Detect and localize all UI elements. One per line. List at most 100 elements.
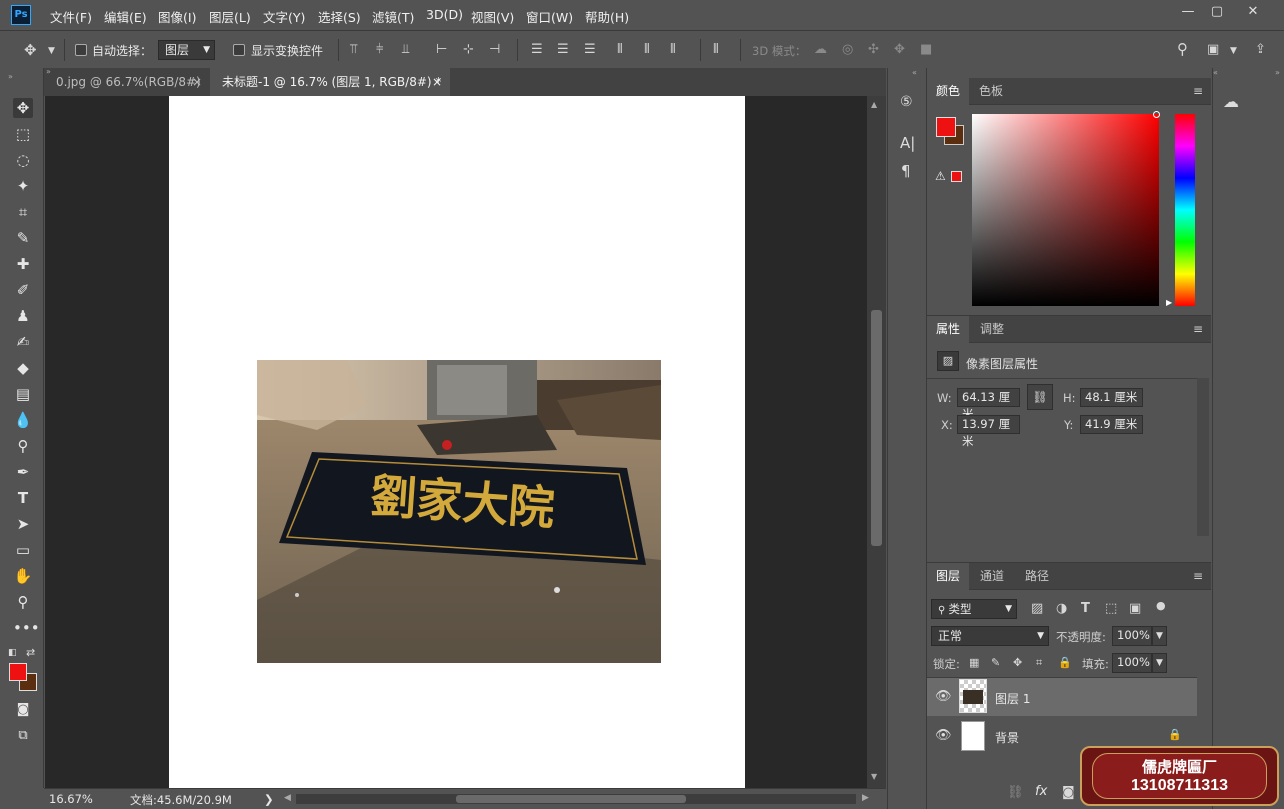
canvas-area[interactable]: 劉家大院 (45, 96, 867, 788)
hand-tool-icon[interactable]: ✋ (13, 566, 33, 586)
tab-0-jpg[interactable]: 0.jpg @ 66.7%(RGB/8#) × (44, 68, 210, 96)
dodge-tool-icon[interactable]: ⚲ (13, 436, 33, 456)
history-brush-tool-icon[interactable]: ✍ (13, 332, 33, 352)
visibility-eye-icon[interactable]: 👁 (935, 690, 952, 704)
opacity-field[interactable]: 100% (1112, 626, 1152, 646)
layer-row-layer-1[interactable]: 👁 图层 1 (927, 678, 1197, 716)
crop-tool-icon[interactable]: ⌗ (13, 202, 33, 222)
eraser-tool-icon[interactable]: ◆ (13, 358, 33, 378)
distribute-bottom-icon[interactable]: ☰ (584, 43, 596, 57)
chevron-down-icon[interactable]: ▼ (871, 772, 877, 781)
filter-type-icon[interactable]: T (1081, 602, 1090, 616)
quick-mask-icon[interactable]: ◙ (13, 700, 33, 720)
color-field[interactable] (972, 111, 1160, 306)
screen-mode-icon[interactable]: ⧉ (13, 726, 33, 746)
hue-slider[interactable] (1175, 114, 1195, 306)
hue-slider-handle[interactable]: ▶ (1166, 298, 1172, 307)
x-field[interactable]: 13.97 厘米 (957, 415, 1020, 448)
tab-untitled-1[interactable]: 未标题-1 @ 16.7% (图层 1, RGB/8#) * × (210, 68, 450, 96)
link-layers-icon[interactable]: ⛓ (1007, 786, 1024, 800)
gradient-tool-icon[interactable]: ▤ (13, 384, 33, 404)
lock-position-icon[interactable]: ✥ (1013, 656, 1022, 670)
color-picker-cursor[interactable] (1153, 111, 1160, 118)
tab-swatches[interactable]: 色板 (970, 78, 1012, 105)
layer-filter-dropdown[interactable]: ⚲ 类型 ▼ (931, 599, 1017, 619)
menu-help[interactable]: 帮助(H) (585, 7, 629, 26)
tab-paths[interactable]: 路径 (1016, 563, 1058, 590)
panel-menu-icon[interactable]: ≡ (1193, 322, 1203, 336)
align-hcenter-icon[interactable]: ⊹ (463, 43, 474, 57)
search-icon[interactable]: ⚲ (1177, 42, 1188, 57)
pen-tool-icon[interactable]: ✒ (13, 462, 33, 482)
eyedropper-tool-icon[interactable]: ✎ (13, 228, 33, 248)
workspace-icon[interactable]: ▣ (1207, 43, 1219, 57)
filter-shape-icon[interactable]: ⬚ (1105, 602, 1117, 616)
share-icon[interactable]: ⇪ (1255, 43, 1266, 57)
tab-channels[interactable]: 通道 (971, 563, 1013, 590)
filter-toggle-icon[interactable]: ● (1156, 599, 1166, 613)
collapse-icon[interactable]: « (912, 68, 917, 77)
blend-mode-dropdown[interactable]: 正常 ▼ (931, 626, 1049, 646)
menu-view[interactable]: 视图(V) (471, 7, 514, 26)
menu-select[interactable]: 选择(S) (318, 7, 361, 26)
chevron-down-icon[interactable]: ▼ (1152, 626, 1167, 646)
character-icon[interactable]: A| (900, 134, 915, 152)
menu-filter[interactable]: 滤镜(T) (372, 7, 414, 26)
move-tool-icon[interactable]: ✥ (24, 43, 37, 58)
path-selection-tool-icon[interactable]: ➤ (13, 514, 33, 534)
zoom-level[interactable]: 16.67% (49, 792, 93, 806)
height-field[interactable]: 48.1 厘米 (1080, 388, 1143, 407)
warning-icon[interactable]: ⚠ (935, 169, 946, 183)
lock-transparent-icon[interactable]: ▦ (969, 656, 979, 670)
magic-wand-tool-icon[interactable]: ✦ (13, 176, 33, 196)
chevron-down-icon[interactable]: ▼ (48, 44, 55, 58)
swap-colors-icon[interactable]: ⇄ (26, 646, 35, 659)
properties-scrollbar[interactable] (1197, 378, 1209, 536)
layer-name[interactable]: 背景 (995, 729, 1019, 746)
auto-align-icon[interactable]: ⦀ (713, 43, 719, 57)
filter-adjustment-icon[interactable]: ◑ (1056, 602, 1067, 616)
distribute-hcenter-icon[interactable]: ⦀ (644, 43, 650, 57)
horizontal-scrollbar[interactable] (296, 794, 856, 804)
stamp-tool-icon[interactable]: ♟ (13, 306, 33, 326)
gamut-color-swatch[interactable] (951, 171, 962, 182)
chevron-up-icon[interactable]: ▲ (871, 100, 877, 109)
lock-artboard-icon[interactable]: ⌗ (1036, 656, 1042, 670)
close-icon[interactable]: × (432, 68, 442, 96)
menu-layer[interactable]: 图层(L) (209, 7, 251, 26)
menu-window[interactable]: 窗口(W) (526, 7, 573, 26)
default-colors-icon[interactable]: ◧ (8, 648, 17, 658)
vertical-scrollbar[interactable]: ▲ ▼ (867, 96, 886, 788)
lock-all-icon[interactable]: 🔒 (1058, 656, 1072, 670)
show-transform-checkbox[interactable] (233, 44, 245, 56)
more-tools-icon[interactable]: ••• (13, 618, 40, 638)
scroll-thumb[interactable] (871, 310, 882, 546)
layer-1-photo[interactable]: 劉家大院 (257, 360, 661, 663)
marquee-tool-icon[interactable]: ⬚ (13, 124, 33, 144)
add-mask-icon[interactable]: ◙ (1062, 786, 1075, 800)
move-tool-icon[interactable]: ✥ (13, 98, 33, 118)
foreground-color-swatch[interactable] (936, 117, 956, 137)
menu-3d[interactable]: 3D(D) (426, 7, 463, 22)
menu-edit[interactable]: 编辑(E) (104, 7, 147, 26)
layer-name[interactable]: 图层 1 (995, 690, 1030, 707)
document-canvas[interactable]: 劉家大院 (169, 96, 745, 788)
scroll-thumb[interactable] (456, 795, 686, 803)
distribute-top-icon[interactable]: ☰ (531, 43, 543, 57)
3d-rotate-icon[interactable]: ☁ (814, 43, 827, 57)
zoom-tool-icon[interactable]: ⚲ (13, 592, 33, 612)
menu-type[interactable]: 文字(Y) (263, 7, 305, 26)
tab-properties[interactable]: 属性 (927, 316, 970, 343)
collapse-icon[interactable]: » (1275, 68, 1280, 77)
menu-image[interactable]: 图像(I) (158, 7, 196, 26)
align-right-icon[interactable]: ⊣ (489, 43, 500, 57)
rectangle-tool-icon[interactable]: ▭ (13, 540, 33, 560)
lasso-tool-icon[interactable]: ◌ (13, 150, 33, 170)
tab-color[interactable]: 颜色 (927, 78, 970, 105)
panel-menu-icon[interactable]: ≡ (1193, 84, 1203, 98)
align-top-icon[interactable]: ⫪ (350, 43, 357, 57)
chevron-down-icon[interactable]: ▼ (1230, 44, 1237, 58)
filter-smart-object-icon[interactable]: ▣ (1129, 602, 1141, 616)
close-window-button[interactable]: ✕ (1242, 3, 1264, 21)
visibility-eye-icon[interactable]: 👁 (935, 729, 952, 743)
